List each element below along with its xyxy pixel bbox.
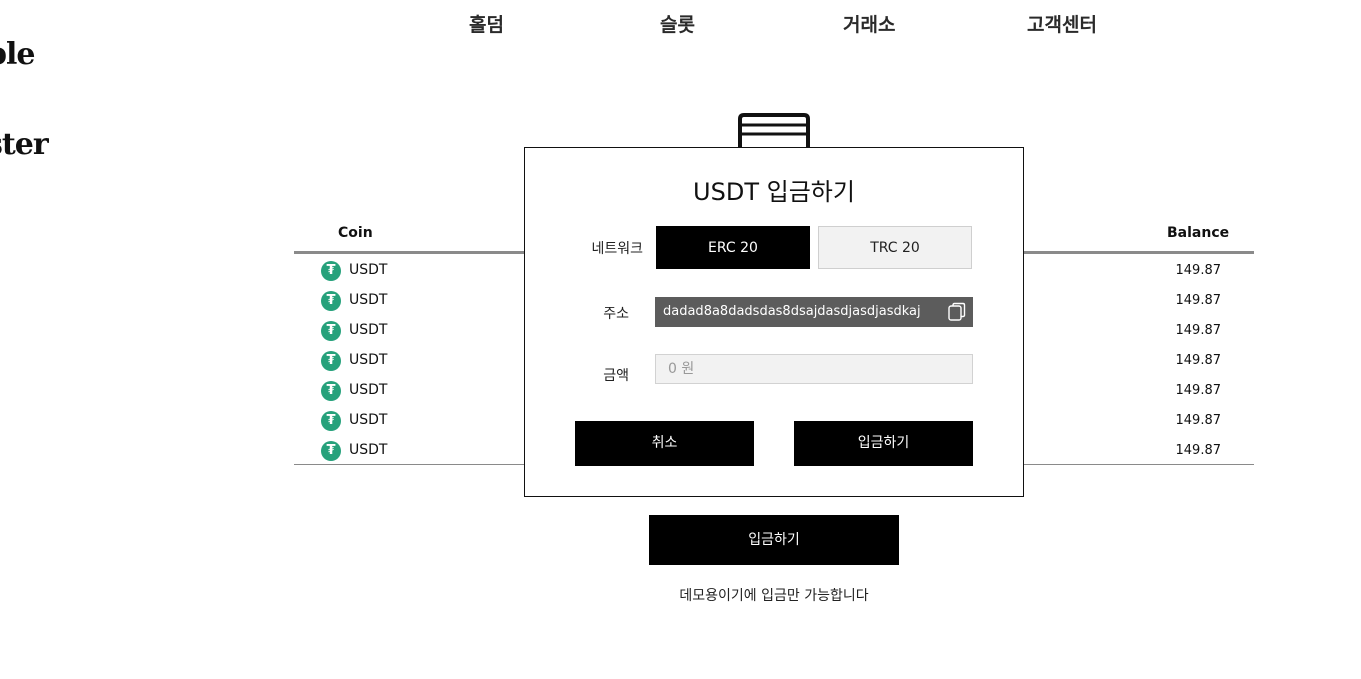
confirm-deposit-button[interactable]: 입금하기 <box>794 421 973 466</box>
coin-balance: 149.87 <box>1175 263 1222 278</box>
tether-icon: ₮ <box>321 381 341 401</box>
tether-icon: ₮ <box>321 411 341 431</box>
copy-icon[interactable] <box>947 302 967 322</box>
address-label: 주소 <box>603 306 629 322</box>
page: ble ster 홀덤 슬롯 거래소 고객센터 Coin Balance ₮ U… <box>0 0 1361 679</box>
coin-name: USDT <box>349 382 388 398</box>
coin-balance: 149.87 <box>1175 413 1222 428</box>
coin-name: USDT <box>349 442 388 458</box>
coin-balance: 149.87 <box>1175 443 1222 458</box>
coin-name: USDT <box>349 352 388 368</box>
coin-balance: 149.87 <box>1175 323 1222 338</box>
coin-name: USDT <box>349 292 388 308</box>
deposit-address-field: dadad8a8dadsdas8dsajdasdjasdjasdkaj <box>655 297 973 327</box>
network-option-erc20[interactable]: ERC 20 <box>656 226 810 269</box>
wallet-icon <box>738 113 810 147</box>
coin-balance: 149.87 <box>1175 353 1222 368</box>
column-header-balance: Balance <box>1167 225 1230 241</box>
tether-icon: ₮ <box>321 291 341 311</box>
nav-item-holdem[interactable]: 홀덤 <box>469 10 504 37</box>
network-label: 네트워크 <box>591 241 643 257</box>
coin-balance: 149.87 <box>1175 293 1222 308</box>
coin-name: USDT <box>349 262 388 278</box>
coin-name: USDT <box>349 322 388 338</box>
modal-title: USDT 입금하기 <box>693 178 855 206</box>
amount-input[interactable] <box>655 354 973 384</box>
logo-line-2: ster <box>0 127 49 162</box>
deposit-address-value: dadad8a8dadsdas8dsajdasdjasdjasdkaj <box>663 304 921 319</box>
deposit-modal: USDT 입금하기 네트워크 ERC 20 TRC 20 주소 dadad8a8… <box>524 147 1024 497</box>
nav-item-slots[interactable]: 슬롯 <box>660 10 695 37</box>
nav-item-exchange[interactable]: 거래소 <box>843 10 895 37</box>
nav-item-customer-center[interactable]: 고객센터 <box>1027 10 1097 37</box>
tether-icon: ₮ <box>321 261 341 281</box>
tether-icon: ₮ <box>321 351 341 371</box>
cancel-button[interactable]: 취소 <box>575 421 754 466</box>
brand-logo[interactable]: ble ster <box>0 0 49 220</box>
deposit-button[interactable]: 입금하기 <box>649 515 899 565</box>
logo-line-1: ble <box>0 37 35 72</box>
network-option-trc20[interactable]: TRC 20 <box>818 226 972 269</box>
tether-icon: ₮ <box>321 321 341 341</box>
tether-icon: ₮ <box>321 441 341 461</box>
amount-label: 금액 <box>603 368 629 384</box>
coin-balance: 149.87 <box>1175 383 1222 398</box>
coin-name: USDT <box>349 412 388 428</box>
demo-notice: 데모용이기에 입금만 가능합니다 <box>679 588 869 604</box>
column-header-coin: Coin <box>338 225 373 241</box>
